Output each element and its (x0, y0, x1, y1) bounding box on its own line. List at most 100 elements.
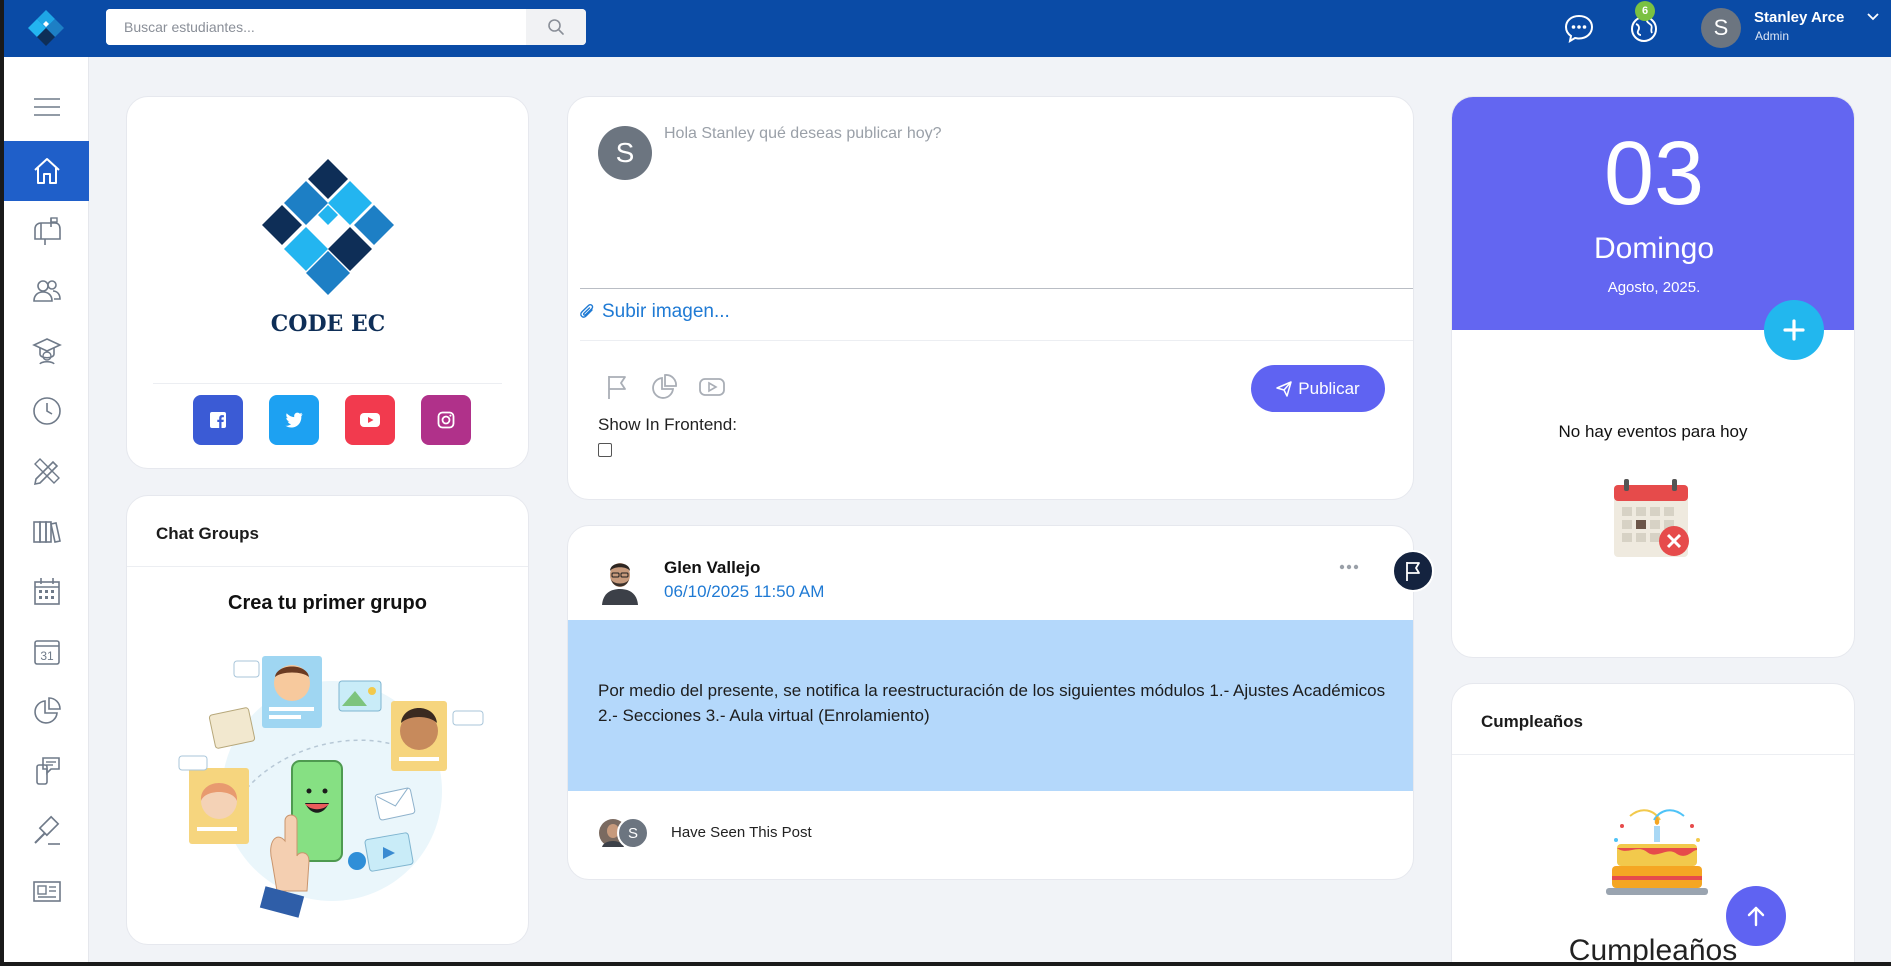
sidebar-item-clock[interactable] (4, 381, 89, 441)
add-event-button[interactable] (1764, 300, 1824, 360)
instagram-button[interactable] (421, 395, 471, 445)
clock-icon (32, 397, 61, 425)
sidebar-item-news[interactable] (4, 861, 89, 921)
scroll-to-top-button[interactable] (1726, 886, 1786, 946)
feed-post-content: Glen Vallejo 06/10/2025 11:50 AM Por med… (568, 526, 1413, 879)
post-body-text: Por medio del presente, se notifica la r… (598, 681, 1386, 725)
users-icon (32, 280, 61, 302)
birthdays-card: Cumpleaños Cumpleaños (1451, 683, 1855, 962)
upload-image-link[interactable]: Subir imagen... (580, 301, 730, 323)
sidebar-item-calendar-grid[interactable] (4, 561, 89, 621)
calendar-cancel-icon (1614, 479, 1689, 557)
sidebar-item-library[interactable] (4, 501, 89, 561)
show-in-frontend-checkbox[interactable] (598, 443, 612, 457)
twitter-button[interactable] (269, 395, 319, 445)
feed-post-card: Glen Vallejo 06/10/2025 11:50 AM Por med… (567, 525, 1434, 880)
more-options-icon[interactable] (1339, 564, 1359, 570)
post-composer-card: S Subir imagen... (567, 96, 1414, 500)
seen-label: Have Seen This Post (671, 824, 812, 841)
flag-tool-button[interactable] (603, 373, 631, 401)
calendar-grid-icon (33, 578, 60, 605)
sidebar-item-graduates[interactable] (4, 321, 89, 381)
seen-avatar-initial: S (628, 825, 638, 842)
sidebar-item-messages[interactable] (4, 741, 89, 801)
books-icon (32, 521, 61, 543)
pencil-ruler-icon (33, 458, 60, 486)
sidebar: 31 (4, 57, 89, 962)
facebook-button[interactable] (193, 395, 243, 445)
divider (580, 288, 1413, 289)
author-avatar[interactable] (599, 555, 641, 605)
sidebar-item-calendar-31[interactable]: 31 (4, 621, 89, 681)
phone-chat-icon (35, 757, 60, 785)
user-role: Admin (1755, 29, 1790, 43)
calendar-31-text: 31 (40, 649, 54, 663)
youtube-icon (360, 413, 380, 427)
post-author-name[interactable]: Glen Vallejo (664, 558, 760, 578)
user-avatar[interactable]: S (1701, 8, 1741, 48)
brand-card: CODE EC (126, 96, 529, 469)
divider (153, 383, 502, 384)
seen-by-avatars[interactable]: S (598, 817, 650, 849)
no-events-label: No hay eventos para hoy (1558, 422, 1748, 441)
search-icon (548, 19, 564, 35)
sidebar-item-mailbox[interactable] (4, 201, 89, 261)
flag-icon (608, 376, 626, 399)
day-number: 03 (1603, 124, 1705, 224)
birthdays-heading: Cumpleaños (1568, 934, 1738, 962)
weekday: Domingo (1593, 232, 1715, 265)
pie-chart-icon (33, 697, 61, 724)
plus-icon (1783, 319, 1805, 341)
arrow-up-icon (1747, 906, 1765, 927)
chevron-down-icon[interactable] (1866, 12, 1880, 22)
sidebar-item-gavel[interactable] (4, 801, 89, 861)
youtube-button[interactable] (345, 395, 395, 445)
facebook-icon (210, 412, 226, 428)
sidebar-item-users[interactable] (4, 261, 89, 321)
pie-chart-icon (652, 374, 677, 399)
show-in-frontend-label: Show In Frontend: (598, 415, 737, 434)
youtube-icon (699, 378, 725, 396)
sidebar-item-home[interactable] (4, 141, 89, 201)
video-tool-button[interactable] (698, 373, 726, 401)
app-frame: 6 S Stanley Arce Admin (4, 0, 1891, 962)
divider (1452, 754, 1854, 755)
post-body: Por medio del presente, se notifica la r… (568, 620, 1413, 791)
month-year: Agosto, 2025. (1607, 279, 1701, 296)
home-icon (33, 158, 60, 184)
publish-label: Publicar (1298, 378, 1360, 398)
calendar-card: 03 Domingo Agosto, 2025. No hay eventos … (1451, 96, 1855, 658)
mailbox-icon (33, 217, 61, 245)
calendar-header: 03 Domingo Agosto, 2025. (1452, 97, 1854, 330)
send-icon (1276, 380, 1293, 397)
graduate-icon (31, 338, 62, 365)
sidebar-item-tools[interactable] (4, 441, 89, 501)
post-date: 06/10/2025 11:50 AM (664, 582, 825, 601)
poll-tool-button[interactable] (650, 373, 678, 401)
search-button[interactable] (526, 9, 586, 45)
code-ec-logo: CODE EC (262, 159, 394, 337)
newspaper-icon (32, 881, 61, 902)
flag-post-button[interactable] (1392, 550, 1434, 592)
chat-groups-card: Chat Groups Crea tu primer grupo (126, 495, 529, 945)
app-logo-icon[interactable] (24, 8, 68, 48)
create-group-label[interactable]: Crea tu primer grupo (127, 592, 528, 615)
post-textarea[interactable] (664, 125, 1384, 275)
divider (580, 340, 1413, 341)
sidebar-item-reports[interactable] (4, 681, 89, 741)
user-name[interactable]: Stanley Arce (1754, 9, 1844, 26)
instagram-icon (437, 411, 455, 429)
chat-bubble-icon[interactable] (1563, 12, 1595, 44)
paperclip-icon (580, 304, 594, 318)
divider (127, 566, 528, 567)
publish-button[interactable]: Publicar (1251, 365, 1385, 412)
hamburger-icon (33, 98, 60, 116)
search-input[interactable] (106, 9, 528, 45)
chat-groups-illustration (178, 656, 484, 918)
chat-groups-title: Chat Groups (156, 524, 259, 543)
calendar-31-icon: 31 (33, 640, 60, 665)
sidebar-item-menu[interactable] (4, 77, 89, 137)
upload-image-label: Subir imagen... (602, 301, 730, 322)
top-bar: 6 S Stanley Arce Admin (4, 0, 1891, 57)
birthdays-title: Cumpleaños (1481, 712, 1584, 731)
